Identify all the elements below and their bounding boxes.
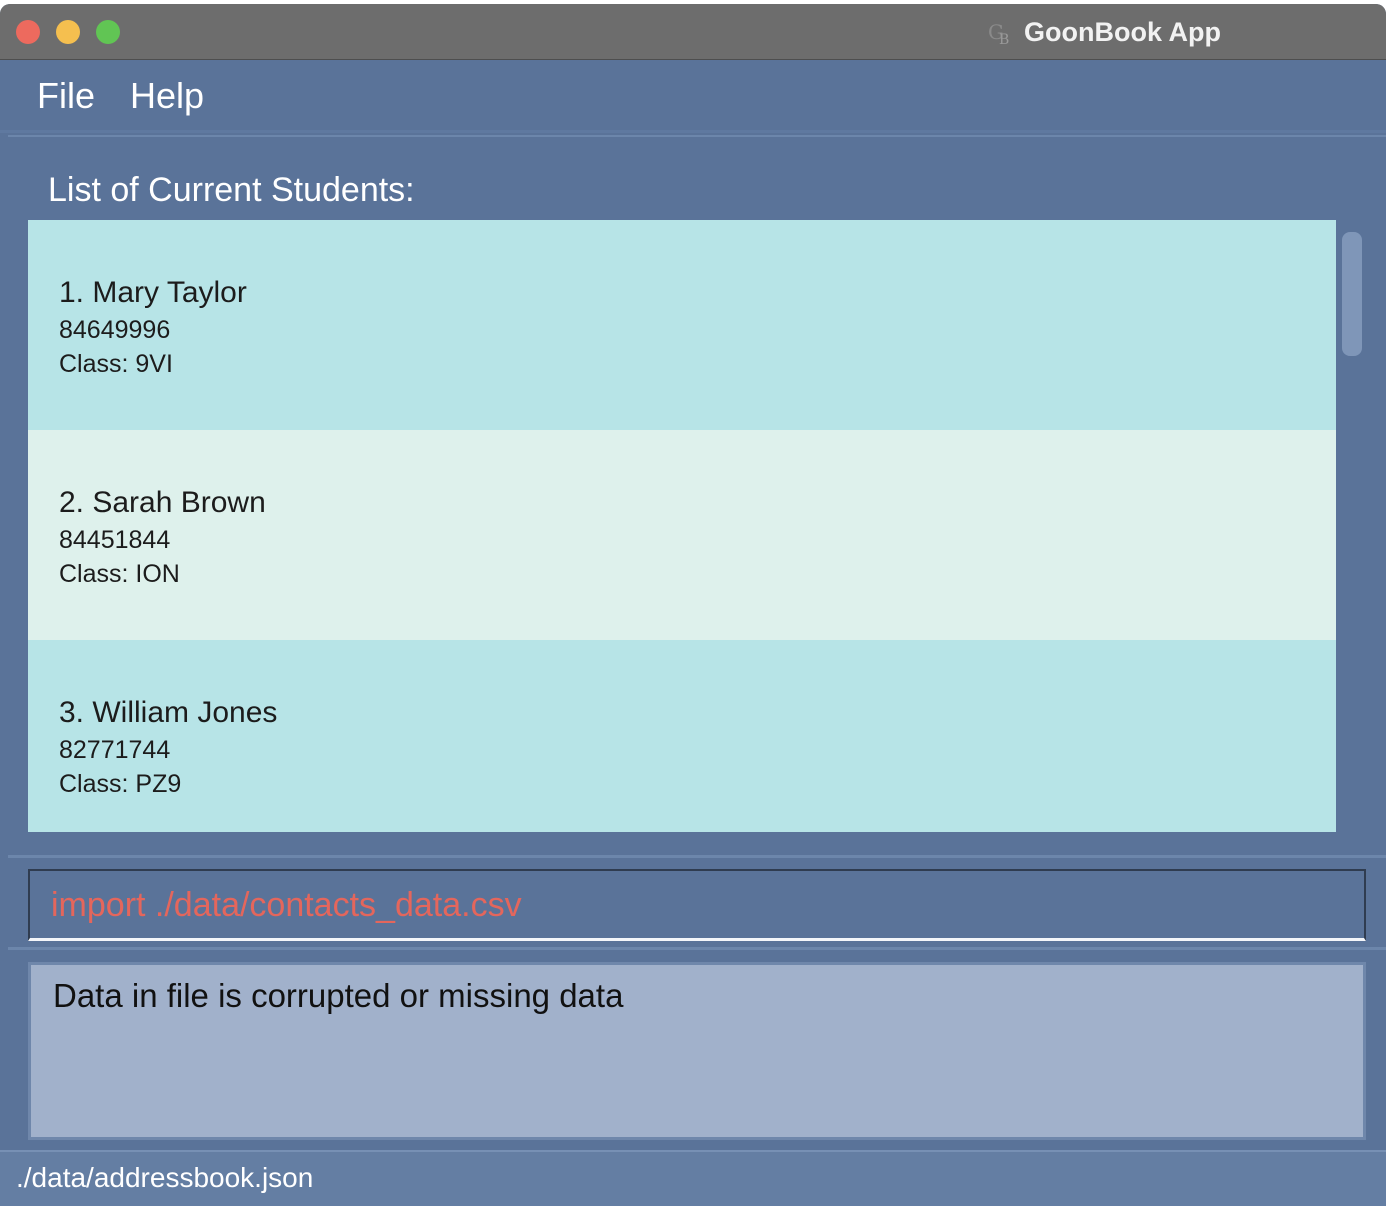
list-scrollbar-thumb[interactable] (1342, 232, 1362, 356)
close-window-button[interactable] (16, 20, 40, 44)
student-class: Class: ION (59, 560, 180, 588)
student-phone: 84649996 (59, 316, 171, 344)
student-phone: 84451844 (59, 526, 171, 554)
status-file-path: ./data/addressbook.json (16, 1162, 314, 1193)
minimize-window-button[interactable] (56, 20, 80, 44)
command-input[interactable]: import ./data/contacts_data.csv (28, 869, 1366, 941)
student-name: 3. William Jones (59, 696, 278, 729)
student-name: 1. Mary Taylor (59, 276, 247, 309)
student-class: Class: 9VI (59, 350, 173, 378)
list-heading: List of Current Students: (48, 171, 415, 209)
window-title: GoonBook App (1024, 16, 1221, 47)
student-list-panel: List of Current Students: 1. Mary Taylor… (8, 135, 1386, 849)
menu-help[interactable]: Help (130, 75, 204, 117)
student-class: Class: PZ9 (59, 770, 182, 798)
title-bar[interactable]: G B GoonBook App (0, 4, 1386, 60)
result-message: Data in file is corrupted or missing dat… (53, 977, 624, 1014)
student-name: 2. Sarah Brown (59, 486, 266, 519)
student-phone: 82771744 (59, 736, 171, 764)
student-list[interactable]: 1. Mary Taylor 84649996 Class: 9VI 2. Sa… (28, 220, 1336, 832)
window-title-group: G B GoonBook App (986, 16, 1221, 49)
status-bar: ./data/addressbook.json (0, 1150, 1386, 1206)
goonbook-logo-icon: G B (986, 17, 1016, 48)
menu-file[interactable]: File (37, 75, 95, 117)
command-panel: import ./data/contacts_data.csv (8, 855, 1386, 950)
menu-bar: File Help (0, 61, 1386, 133)
svg-text:B: B (999, 32, 1009, 47)
student-card[interactable]: 3. William Jones 82771744 Class: PZ9 (28, 640, 1336, 832)
maximize-window-button[interactable] (96, 20, 120, 44)
student-card[interactable]: 1. Mary Taylor 84649996 Class: 9VI (28, 220, 1336, 430)
app-window: G B GoonBook App File Help List of Curre… (0, 4, 1386, 1206)
student-card[interactable]: 2. Sarah Brown 84451844 Class: ION (28, 430, 1336, 640)
result-display[interactable]: Data in file is corrupted or missing dat… (28, 962, 1366, 1140)
